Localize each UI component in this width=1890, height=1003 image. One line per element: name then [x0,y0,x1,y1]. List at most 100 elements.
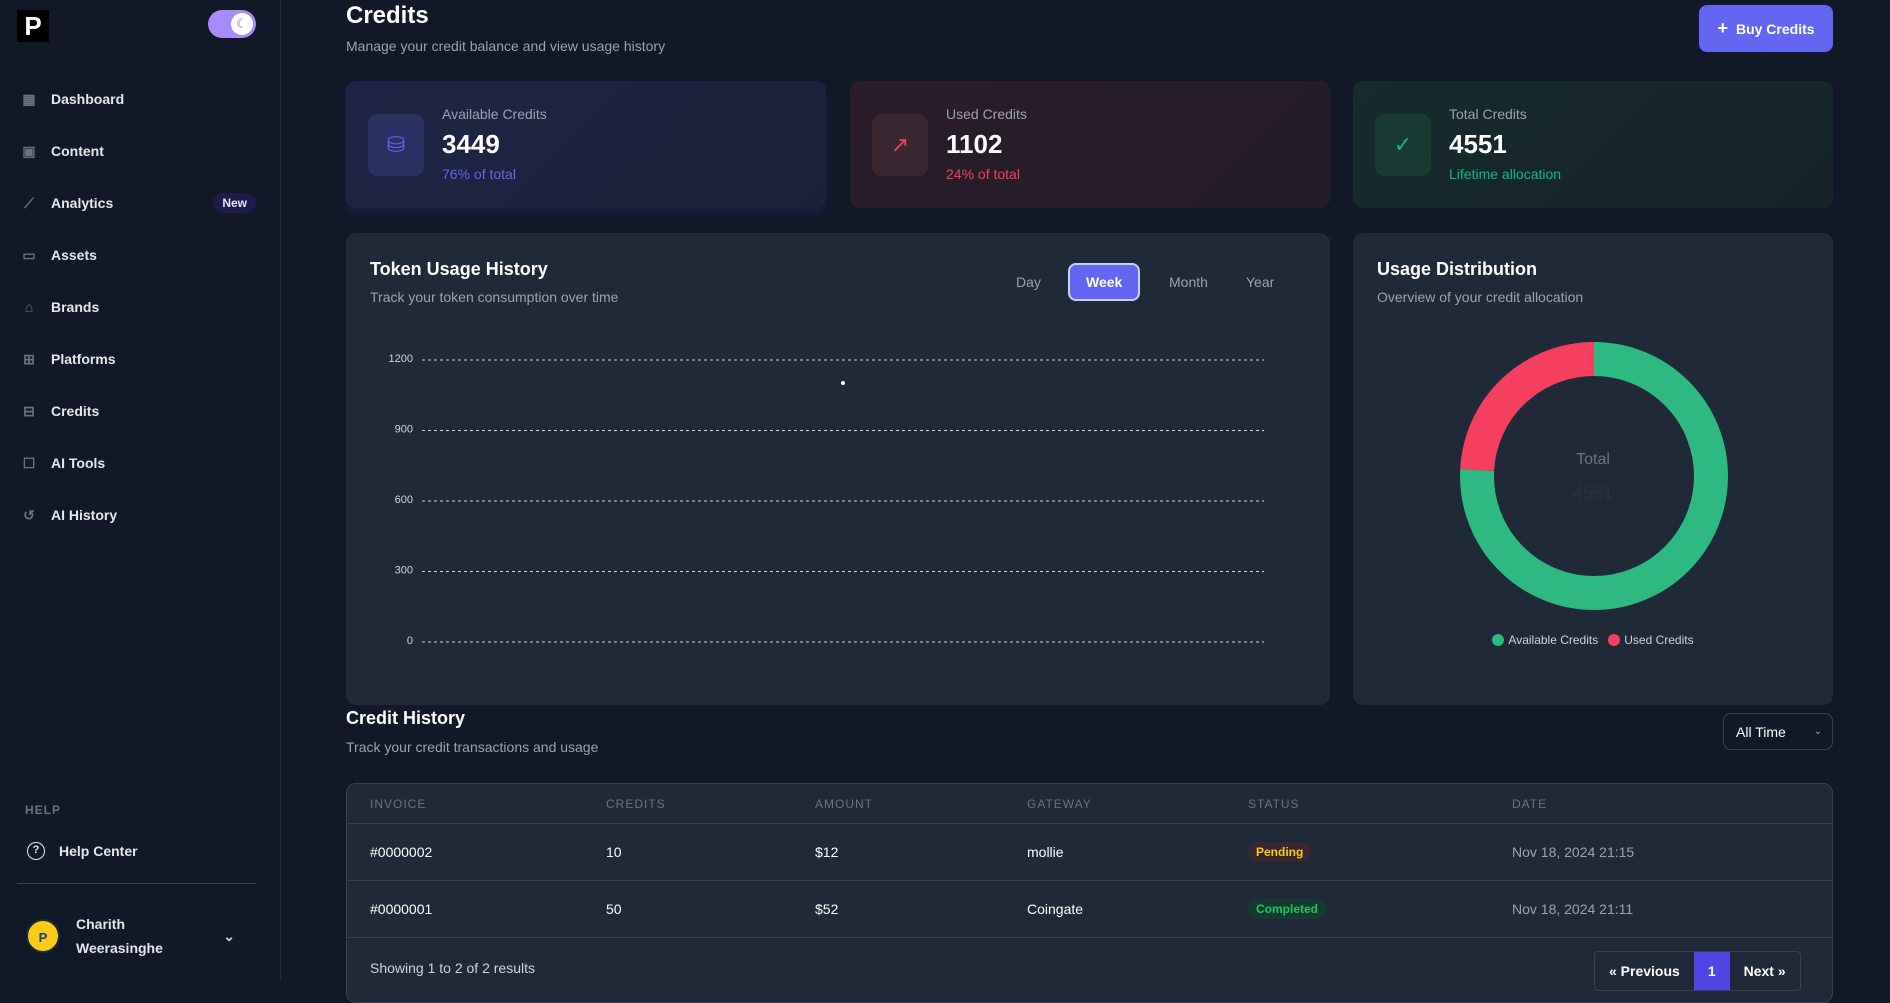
dark-mode-toggle[interactable]: ☾ [208,10,256,38]
pagination: « Previous 1 Next » [1594,951,1801,991]
section-title: Credit History [346,708,466,728]
sidebar-item-label: Brands [51,299,100,315]
sidebar-item-assets[interactable]: ▭ Assets [20,235,256,275]
donut-center-label: Total [1576,451,1610,468]
folder-minus-icon: ⊟ [23,402,35,419]
legend-swatch [1492,634,1505,646]
sidebar-item-dashboard[interactable]: ▦ Dashboard [20,79,256,119]
stat-value: 3449 [442,129,500,159]
sidebar-item-label: Analytics [51,195,114,211]
images-icon: ▣ [22,142,36,159]
sidebar-item-label: Assets [51,247,97,263]
stat-label: Available Credits [442,106,547,122]
stat-note: 76% of total [442,166,516,182]
table-cell: Nov 18, 2024 21:11 [1512,901,1634,917]
stat-value: 4551 [1449,129,1507,159]
y-tick-label: 1200 [389,353,413,365]
table-row: #0000001 50 $52 Coingate Completed Nov 18, 20… [347,881,1832,938]
status-badge: Pending [1248,842,1312,862]
table-cell: 50 [606,901,622,917]
table-header: INVOICE CREDITS AMOUNT GATEWAY STATUS DATE [347,784,1832,824]
chevron-down-icon: ⌄ [1813,726,1822,737]
stat-card-used: ↗ Used Credits 1102 24% of total [850,81,1330,208]
sidebar: P ☾ ▦ Dashboard ▣ Content ⟋ Analytics New ▭ Asse… [0,0,281,981]
stat-label: Total Credits [1449,106,1527,122]
user-first-name: Charith [76,916,125,932]
grid-icon: ⊞ [23,350,35,367]
legend-label: Available Credits [1508,633,1599,647]
divider [17,883,256,884]
filter-value: All Time [1736,723,1786,740]
table-cell: #0000001 [370,901,433,917]
table-cell: #0000002 [370,844,433,860]
next-page-button[interactable]: Next » [1730,952,1800,990]
stat-card-total: ✓ Total Credits 4551 Lifetime allocation [1353,81,1833,208]
page-title: Credits [346,2,429,29]
plus-icon: + [1717,18,1728,38]
coins-icon: ⛁ [368,114,424,176]
folder-icon: ▭ [22,246,36,263]
column-header: AMOUNT [815,796,873,811]
column-header: CREDITS [606,796,666,811]
table-cell: $12 [815,844,839,860]
user-menu[interactable]: P Charith Weerasinghe ⌄ [26,912,251,960]
help-center-link[interactable]: ? Help Center [27,842,138,860]
previous-page-button[interactable]: « Previous [1595,952,1694,990]
avatar: P [26,919,60,953]
trending-up-icon: ↗ [872,114,928,176]
y-tick-label: 0 [407,635,413,647]
history-icon: ↺ [23,506,35,523]
time-filter-select[interactable]: All Time ⌄ [1723,713,1833,750]
question-circle-icon: ? [27,842,45,860]
section-subtitle: Track your credit transactions and usage [346,739,599,755]
user-last-name: Weerasinghe [76,940,163,956]
table-cell: Completed [1248,881,1327,937]
sidebar-item-brands[interactable]: ⌂ Brands [20,287,256,327]
usage-distribution-card: Usage Distribution Overview of your cred… [1353,233,1833,705]
robot-icon: ☐ [22,454,36,471]
column-header: DATE [1512,796,1548,811]
stat-label: Used Credits [946,106,1027,122]
new-badge: New [213,193,256,213]
dashboard-icon: ▦ [22,90,36,107]
sidebar-item-platforms[interactable]: ⊞ Platforms [20,339,256,379]
check-circle-icon: ✓ [1375,114,1431,176]
sidebar-item-ai-tools[interactable]: ☐ AI Tools [20,443,256,483]
sidebar-item-label: Content [51,143,104,159]
moon-icon: ☾ [231,13,253,35]
y-tick-label: 900 [395,424,413,436]
legend-item[interactable]: Available Credits [1492,633,1598,647]
logo[interactable]: P [17,10,49,42]
table-cell: $52 [815,901,839,917]
token-usage-card: Token Usage History Track your token con… [346,233,1330,705]
sidebar-item-ai-history[interactable]: ↺ AI History [20,495,256,535]
help-heading: HELP [25,803,62,817]
donut-center-value: 4551 [1572,483,1614,503]
sidebar-item-label: AI History [51,507,118,523]
column-header: STATUS [1248,796,1300,811]
buy-credits-label: Buy Credits [1735,20,1815,37]
token-usage-chart: 0 300 600 900 1200 [389,353,1264,647]
data-point[interactable] [841,381,845,386]
page-1-button[interactable]: 1 [1693,952,1730,990]
legend-swatch [1608,634,1621,646]
y-tick-label: 300 [395,565,413,577]
table-cell: Nov 18, 2024 21:15 [1512,844,1635,860]
buy-credits-button[interactable]: + Buy Credits [1699,5,1833,52]
table-cell: 10 [606,844,622,860]
results-summary: Showing 1 to 2 of 2 results [370,960,535,976]
stat-card-available: ⛁ Available Credits 3449 76% of total [346,81,826,208]
legend-item[interactable]: Used Credits [1608,633,1694,647]
sidebar-item-credits[interactable]: ⊟ Credits [20,391,256,431]
page-subtitle: Manage your credit balance and view usag… [346,38,666,54]
sidebar-item-content[interactable]: ▣ Content [20,131,256,171]
legend-label: Used Credits [1624,633,1694,647]
sidebar-item-label: Platforms [51,351,116,367]
table-cell: Pending [1248,824,1312,880]
column-header: INVOICE [370,796,427,811]
y-tick-label: 600 [395,494,413,506]
chevron-down-icon[interactable]: ⌄ [223,924,235,948]
sidebar-item-analytics[interactable]: ⟋ Analytics New [20,183,256,223]
stat-value: 1102 [946,129,1003,159]
table-row: #0000002 10 $12 mollie Pending Nov 18, 2024 2… [347,824,1832,881]
